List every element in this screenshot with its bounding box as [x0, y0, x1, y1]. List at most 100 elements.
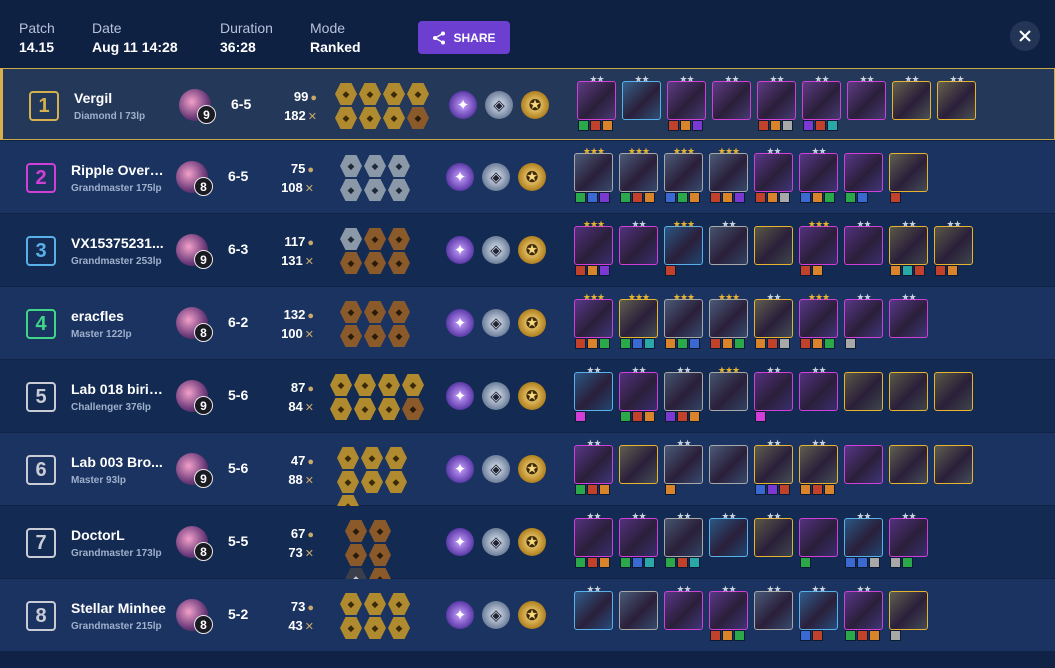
item-icon[interactable]: [644, 192, 655, 203]
player-row[interactable]: 8 Stellar Minhee Grandmaster 215lp 8 5-2…: [0, 579, 1055, 651]
trait-icon[interactable]: ◆: [407, 83, 429, 105]
item-icon[interactable]: [890, 630, 901, 641]
item-icon[interactable]: [599, 338, 610, 349]
champion-unit[interactable]: ★★★: [574, 219, 613, 276]
share-button[interactable]: SHARE: [418, 21, 510, 54]
item-icon[interactable]: [767, 192, 778, 203]
champion-unit[interactable]: ★★: [889, 219, 928, 276]
augment-icon[interactable]: ✪: [518, 455, 546, 483]
champion-unit[interactable]: ★★: [754, 365, 793, 422]
champion-unit[interactable]: ★★: [712, 74, 751, 120]
champion-unit[interactable]: [934, 372, 973, 411]
trait-icon[interactable]: ◆: [385, 471, 407, 493]
trait-icon[interactable]: ◆: [385, 447, 407, 469]
trait-icon[interactable]: ◆: [364, 617, 386, 639]
champion-unit[interactable]: ★★: [799, 365, 838, 411]
item-icon[interactable]: [845, 338, 856, 349]
item-icon[interactable]: [644, 411, 655, 422]
augment-icon[interactable]: ✦: [446, 455, 474, 483]
champion-unit[interactable]: ★★: [754, 511, 793, 557]
item-icon[interactable]: [767, 338, 778, 349]
champion-unit[interactable]: ★★: [619, 365, 658, 422]
champion-unit[interactable]: ★★★: [799, 219, 838, 276]
item-icon[interactable]: [620, 411, 631, 422]
item-icon[interactable]: [755, 484, 766, 495]
item-icon[interactable]: [755, 411, 766, 422]
item-icon[interactable]: [812, 630, 823, 641]
augment-icon[interactable]: ✦: [446, 528, 474, 556]
item-icon[interactable]: [758, 120, 769, 131]
champion-unit[interactable]: ★★: [844, 219, 883, 265]
trait-icon[interactable]: ◆: [340, 617, 362, 639]
item-icon[interactable]: [644, 557, 655, 568]
player-row[interactable]: 7 DoctorL Grandmaster 173lp 8 5-5 67 ● 73…: [0, 506, 1055, 590]
item-icon[interactable]: [710, 630, 721, 641]
trait-icon[interactable]: ◆: [378, 374, 400, 396]
champion-unit[interactable]: ★★: [664, 584, 703, 630]
augment-icon[interactable]: ◈: [482, 236, 510, 264]
augment-icon[interactable]: ✪: [518, 309, 546, 337]
trait-icon[interactable]: ◆: [340, 325, 362, 347]
item-icon[interactable]: [620, 557, 631, 568]
champion-unit[interactable]: ★★: [754, 292, 793, 349]
champion-unit[interactable]: ★★: [889, 511, 928, 568]
champion-unit[interactable]: ★★: [574, 511, 613, 568]
item-icon[interactable]: [710, 338, 721, 349]
item-icon[interactable]: [734, 630, 745, 641]
item-icon[interactable]: [644, 338, 655, 349]
champion-unit[interactable]: ★★★: [619, 292, 658, 349]
item-icon[interactable]: [770, 120, 781, 131]
item-icon[interactable]: [857, 557, 868, 568]
player-name[interactable]: Lab 018 birib...: [71, 381, 169, 397]
trait-icon[interactable]: ◆: [369, 544, 391, 566]
champion-unit[interactable]: [844, 445, 883, 484]
player-name[interactable]: Stellar Minhee: [71, 600, 166, 616]
champion-unit[interactable]: [934, 445, 973, 484]
champion-unit[interactable]: [844, 153, 883, 203]
item-icon[interactable]: [779, 484, 790, 495]
trait-icon[interactable]: ◆: [337, 471, 359, 493]
item-icon[interactable]: [677, 557, 688, 568]
item-icon[interactable]: [677, 338, 688, 349]
augment-icon[interactable]: ✪: [518, 528, 546, 556]
champion-unit[interactable]: ★★★: [799, 292, 838, 349]
trait-icon[interactable]: ◆: [388, 617, 410, 639]
item-icon[interactable]: [602, 120, 613, 131]
player-name[interactable]: Ripple Overd...: [71, 162, 169, 178]
item-icon[interactable]: [902, 265, 913, 276]
champion-unit[interactable]: ★★: [577, 74, 616, 131]
champion-unit[interactable]: ★★★: [574, 146, 613, 203]
trait-icon[interactable]: ◆: [335, 107, 357, 129]
item-icon[interactable]: [845, 557, 856, 568]
item-icon[interactable]: [575, 338, 586, 349]
item-icon[interactable]: [734, 192, 745, 203]
item-icon[interactable]: [689, 338, 700, 349]
player-name[interactable]: VX15375231...: [71, 235, 164, 251]
champion-unit[interactable]: ★★★: [664, 219, 703, 276]
augment-icon[interactable]: ✪: [518, 382, 546, 410]
item-icon[interactable]: [710, 192, 721, 203]
item-icon[interactable]: [575, 192, 586, 203]
champion-unit[interactable]: ★★: [844, 292, 883, 349]
trait-icon[interactable]: ◆: [345, 520, 367, 542]
item-icon[interactable]: [692, 120, 703, 131]
item-icon[interactable]: [800, 192, 811, 203]
item-icon[interactable]: [782, 120, 793, 131]
item-icon[interactable]: [869, 557, 880, 568]
augment-icon[interactable]: ✦: [449, 91, 477, 119]
item-icon[interactable]: [803, 120, 814, 131]
trait-icon[interactable]: ◆: [364, 252, 386, 274]
item-icon[interactable]: [824, 192, 835, 203]
item-icon[interactable]: [665, 557, 676, 568]
augment-icon[interactable]: ✦: [446, 601, 474, 629]
champion-unit[interactable]: [619, 445, 658, 484]
item-icon[interactable]: [677, 411, 688, 422]
champion-unit[interactable]: ★★: [754, 584, 793, 630]
trait-icon[interactable]: ◆: [388, 301, 410, 323]
trait-icon[interactable]: ◆: [383, 83, 405, 105]
item-icon[interactable]: [599, 484, 610, 495]
trait-icon[interactable]: ◆: [340, 252, 362, 274]
champion-unit[interactable]: ★★: [619, 511, 658, 568]
trait-icon[interactable]: ◆: [337, 447, 359, 469]
augment-icon[interactable]: ✦: [446, 382, 474, 410]
